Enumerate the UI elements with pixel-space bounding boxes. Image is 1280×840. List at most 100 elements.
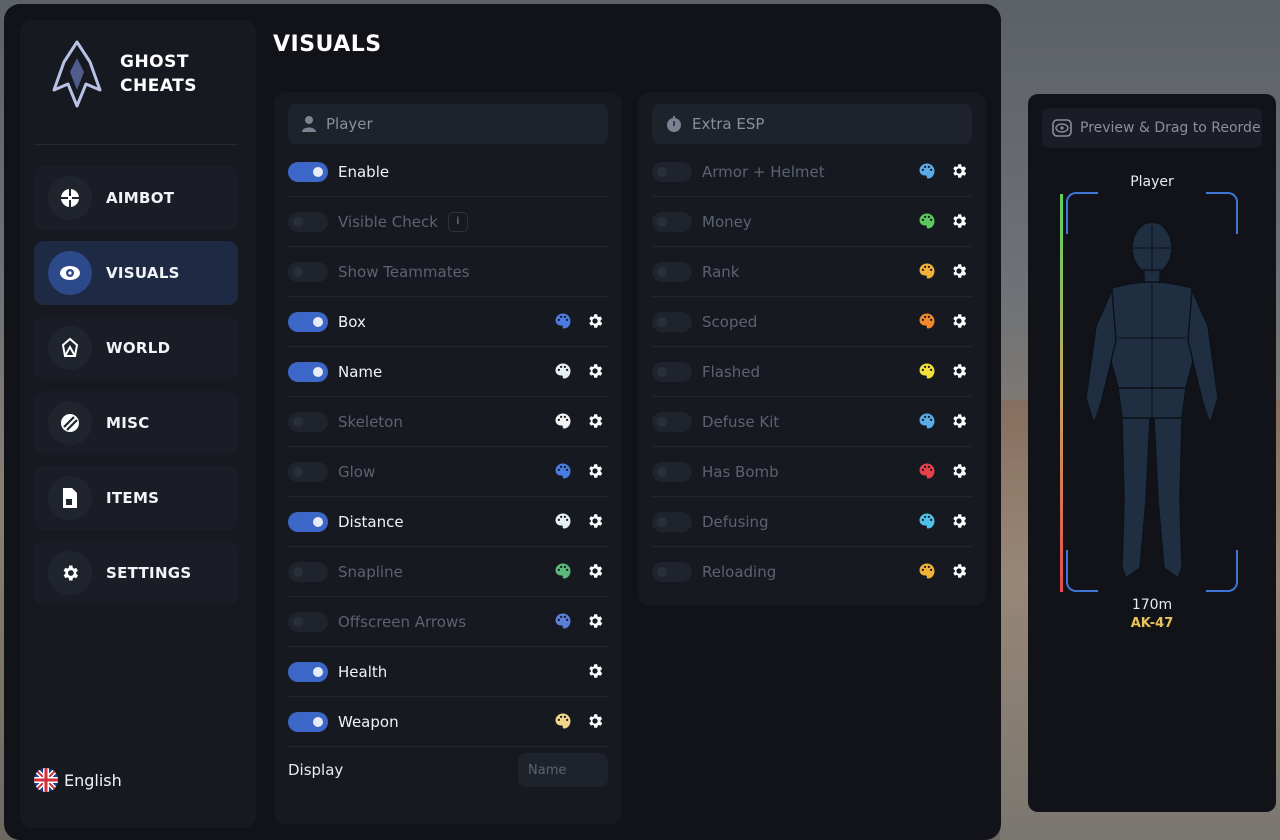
- row-actions: [554, 312, 604, 330]
- extra-esp-panel: Extra ESP Armor + Helmet Money Rank Scoped F…: [638, 92, 986, 606]
- nav-item-items[interactable]: ITEMS: [34, 466, 238, 530]
- preview-eye-icon: [1052, 119, 1072, 137]
- palette-icon[interactable]: [918, 462, 936, 480]
- nav-item-misc[interactable]: MISC: [34, 391, 238, 455]
- nav-label-misc: MISC: [106, 414, 150, 432]
- preview-weapon: AK-47: [1130, 616, 1174, 631]
- snapline-toggle[interactable]: [288, 561, 328, 582]
- palette-icon[interactable]: [554, 612, 572, 630]
- setting-row-glow: Glow: [288, 447, 608, 497]
- palette-icon[interactable]: [918, 562, 936, 580]
- player-model-figure[interactable]: [1068, 218, 1236, 588]
- palette-icon[interactable]: [554, 462, 572, 480]
- gear-icon[interactable]: [950, 412, 968, 430]
- gear-icon[interactable]: [586, 362, 604, 380]
- display-name-input[interactable]: [518, 753, 608, 787]
- visible-check-toggle[interactable]: [288, 211, 328, 232]
- gear-icon[interactable]: [950, 262, 968, 280]
- has-bomb-toggle[interactable]: [652, 461, 692, 482]
- row-actions: [554, 362, 604, 380]
- nav-item-aimbot[interactable]: AIMBOT: [34, 166, 238, 230]
- rank-toggle[interactable]: [652, 261, 692, 282]
- gear-icon[interactable]: [950, 212, 968, 230]
- preview-header[interactable]: Preview & Drag to Reorde: [1042, 108, 1262, 148]
- gear-icon[interactable]: [950, 362, 968, 380]
- name-label: Name: [338, 362, 383, 381]
- gear-icon[interactable]: [950, 562, 968, 580]
- gear-icon[interactable]: [586, 312, 604, 330]
- setting-row-flashed: Flashed: [652, 347, 972, 397]
- setting-row-reloading: Reloading: [652, 547, 972, 597]
- palette-icon[interactable]: [918, 262, 936, 280]
- setting-row-snapline: Snapline: [288, 547, 608, 597]
- gear-icon[interactable]: [586, 512, 604, 530]
- offscreen-arrows-toggle[interactable]: [288, 611, 328, 632]
- palette-icon[interactable]: [918, 162, 936, 180]
- preview-panel: Preview & Drag to Reorde Player 170m AK-…: [1028, 94, 1276, 812]
- flashed-toggle[interactable]: [652, 361, 692, 382]
- palette-icon[interactable]: [554, 362, 572, 380]
- row-actions: [918, 212, 968, 230]
- extra-esp-title: Extra ESP: [692, 115, 765, 133]
- gear-icon[interactable]: [950, 312, 968, 330]
- gear-icon[interactable]: [586, 662, 604, 680]
- info-icon[interactable]: i: [447, 211, 468, 232]
- enable-toggle[interactable]: [288, 161, 328, 182]
- palette-icon[interactable]: [918, 312, 936, 330]
- defuse-kit-toggle[interactable]: [652, 411, 692, 432]
- scoped-toggle[interactable]: [652, 311, 692, 332]
- palette-icon[interactable]: [918, 212, 936, 230]
- eye-icon: [48, 251, 92, 295]
- armor-helmet-toggle[interactable]: [652, 161, 692, 182]
- palette-icon[interactable]: [554, 512, 572, 530]
- skeleton-toggle[interactable]: [288, 411, 328, 432]
- defusing-toggle[interactable]: [652, 511, 692, 532]
- defusing-label: Defusing: [702, 512, 769, 531]
- language-label: English: [64, 770, 122, 790]
- stopwatch-icon: [667, 116, 681, 132]
- gear-icon[interactable]: [586, 462, 604, 480]
- language-selector[interactable]: English: [34, 768, 122, 792]
- gear-icon[interactable]: [950, 512, 968, 530]
- distance-toggle[interactable]: [288, 511, 328, 532]
- reloading-toggle[interactable]: [652, 562, 692, 582]
- nav-item-settings[interactable]: SETTINGS: [34, 541, 238, 605]
- nav-item-visuals[interactable]: VISUALS: [34, 241, 238, 305]
- gear-icon[interactable]: [586, 612, 604, 630]
- display-setting: Display: [288, 752, 608, 788]
- gear-icon[interactable]: [586, 712, 604, 730]
- gear-icon[interactable]: [950, 162, 968, 180]
- show-teammates-toggle[interactable]: [288, 261, 328, 282]
- gear-icon[interactable]: [586, 562, 604, 580]
- skeleton-label: Skeleton: [338, 412, 403, 431]
- reloading-label: Reloading: [702, 563, 777, 581]
- money-toggle[interactable]: [652, 211, 692, 232]
- health-toggle[interactable]: [288, 661, 328, 682]
- page-title: VISUALS: [273, 32, 382, 57]
- setting-row-defusing: Defusing: [652, 497, 972, 547]
- enable-label: Enable: [338, 162, 390, 181]
- glow-toggle[interactable]: [288, 461, 328, 482]
- setting-row-enable: Enable: [288, 147, 608, 197]
- nav-item-world[interactable]: WORLD: [34, 316, 238, 380]
- gear-icon[interactable]: [586, 412, 604, 430]
- setting-row-armor-helmet: Armor + Helmet: [652, 147, 972, 197]
- palette-icon[interactable]: [554, 412, 572, 430]
- palette-icon[interactable]: [554, 712, 572, 730]
- player-panel-title: Player: [326, 115, 373, 133]
- nav-label-settings: SETTINGS: [106, 564, 192, 582]
- palette-icon[interactable]: [554, 562, 572, 580]
- palette-icon[interactable]: [918, 362, 936, 380]
- palette-icon[interactable]: [918, 512, 936, 530]
- palette-icon[interactable]: [554, 312, 572, 330]
- gear-icon[interactable]: [950, 462, 968, 480]
- setting-row-name: Name: [288, 347, 608, 397]
- palette-icon[interactable]: [918, 412, 936, 430]
- player-panel: Player Enable Visible Check i Show Teammate…: [274, 92, 622, 824]
- offscreen-arrows-label: Offscreen Arrows: [338, 612, 467, 631]
- box-toggle[interactable]: [288, 311, 328, 332]
- name-toggle[interactable]: [288, 361, 328, 382]
- main-window: GHOST CHEATS AIMBOT VISUALS WORLD MISC I…: [4, 4, 1001, 840]
- weapon-toggle[interactable]: [288, 711, 328, 732]
- scoped-label: Scoped: [702, 312, 758, 331]
